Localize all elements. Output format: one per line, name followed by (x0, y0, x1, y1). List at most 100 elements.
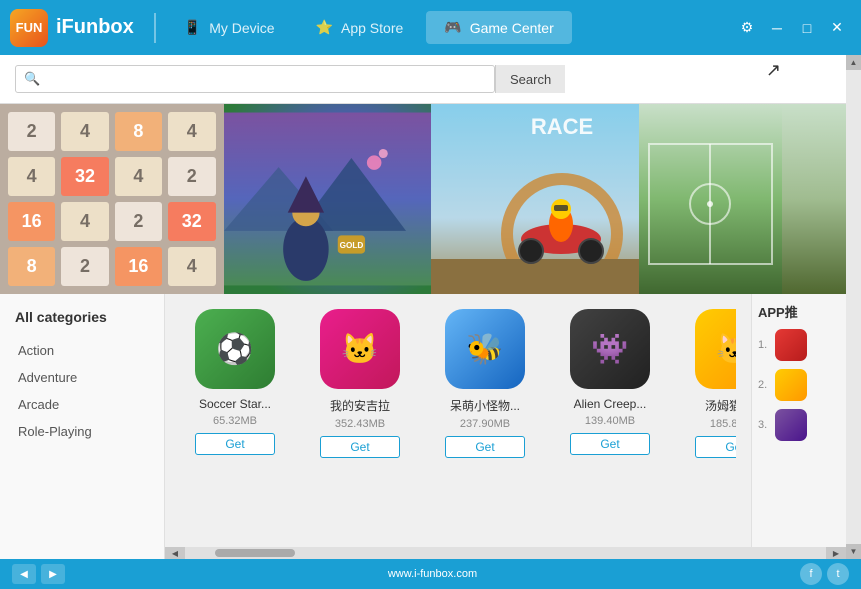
tile-16: 16 (8, 202, 55, 241)
app-card-soccer-star: ⚽ Soccer Star... 65.32MB Get (180, 309, 290, 458)
vertical-scrollbar[interactable]: ▲ ▼ (846, 55, 861, 559)
rec-icon-3 (775, 409, 807, 441)
get-button-alien[interactable]: Get (570, 433, 650, 455)
app-name-bee: 呆萌小怪物... (430, 397, 540, 414)
tile-2: 2 (8, 112, 55, 151)
phone-icon: 📱 (184, 19, 201, 36)
facebook-button[interactable]: f (800, 563, 822, 585)
tile-2: 2 (115, 202, 162, 241)
tile-16: 16 (115, 247, 162, 286)
search-icon: 🔍 (16, 71, 48, 87)
fantasy-inner: GOLD (224, 104, 432, 294)
app-name-angela: 我的安吉拉 (305, 397, 415, 414)
banner-moto[interactable]: RACE (431, 104, 639, 294)
sidebar-item-role-playing[interactable]: Role-Playing (10, 418, 154, 445)
settings-button[interactable]: ⚙ (733, 14, 761, 42)
app-card-alien: 👾 Alien Creep... 139.40MB Get (555, 309, 665, 458)
get-button-angela[interactable]: Get (320, 436, 400, 458)
search-button[interactable]: Search (495, 65, 565, 93)
website-url: www.i-funbox.com (388, 568, 477, 580)
search-input-wrap[interactable]: 🔍 (15, 65, 495, 93)
banner-2048[interactable]: 24844324216423282164 (0, 104, 224, 294)
scroll-left-arrow[interactable]: ◀ (165, 547, 185, 559)
get-button-bee[interactable]: Get (445, 436, 525, 458)
app-size-angela: 352.43MB (335, 418, 385, 430)
app-grid-area: ⚽ Soccer Star... 65.32MB Get 🐱 我的安吉拉 352.43MB G… (165, 294, 751, 559)
scroll-right-arrow[interactable]: ▶ (826, 547, 846, 559)
app-size-soccer-star: 65.32MB (213, 415, 257, 427)
tile-2: 2 (61, 247, 108, 286)
title-bar: FUN iFunbox 📱 My Device ⭐ App Store 🎮 Ga… (0, 0, 861, 55)
rec-item-2[interactable]: 2. (758, 369, 840, 401)
tile-2: 2 (168, 157, 215, 196)
tile-4: 4 (61, 112, 108, 151)
tile-8: 8 (8, 247, 55, 286)
search-input[interactable] (48, 72, 494, 87)
banner-4th[interactable] (639, 104, 847, 294)
scroll-down-arrow[interactable]: ▼ (846, 544, 861, 559)
tab-my-device-label: My Device (209, 20, 274, 36)
scroll-up-arrow[interactable]: ▲ (846, 55, 861, 70)
tab-app-store[interactable]: ⭐ App Store (298, 11, 422, 44)
get-button-tom[interactable]: Get (695, 436, 736, 458)
nav-prev-button[interactable]: ◀ (12, 564, 36, 584)
rec-icon-1 (775, 329, 807, 361)
svg-text:GOLD: GOLD (339, 241, 363, 250)
star-icon: ⭐ (316, 19, 333, 36)
tile-32: 32 (61, 157, 108, 196)
tile-4: 4 (61, 202, 108, 241)
rec-item-3[interactable]: 3. (758, 409, 840, 441)
maximize-button[interactable]: □ (793, 14, 821, 42)
tile-4: 4 (115, 157, 162, 196)
bottom-bar: ◀ ▶ www.i-funbox.com f t (0, 559, 861, 589)
app-name-tom: 汤姆猫跑酷 (680, 397, 736, 414)
tile-4: 4 (168, 247, 215, 286)
sidebar-item-arcade[interactable]: Arcade (10, 391, 154, 418)
rec-item-1[interactable]: 1. (758, 329, 840, 361)
tab-app-store-label: App Store (341, 20, 403, 36)
twitter-button[interactable]: t (827, 563, 849, 585)
app-size-tom: 185.82MB (710, 418, 736, 430)
minimize-button[interactable]: ─ (763, 14, 791, 42)
app-card-angela: 🐱 我的安吉拉 352.43MB Get (305, 309, 415, 458)
bottom-navigation: ◀ ▶ (12, 564, 65, 584)
app-icon-alien: 👾 (570, 309, 650, 389)
rec-num-1: 1. (758, 339, 770, 351)
horizontal-scrollbar[interactable]: ◀ ▶ (165, 547, 846, 559)
app-icon-angela: 🐱 (320, 309, 400, 389)
sidebar-item-adventure[interactable]: Adventure (10, 364, 154, 391)
app-name-soccer-star: Soccer Star... (180, 397, 290, 411)
search-bar: 🔍 Search (0, 55, 861, 104)
get-button-soccer-star[interactable]: Get (195, 433, 275, 455)
scroll-thumb[interactable] (215, 549, 295, 557)
app-icon-soccer-star: ⚽ (195, 309, 275, 389)
sidebar-item-action[interactable]: Action (10, 337, 154, 364)
app-grid: ⚽ Soccer Star... 65.32MB Get 🐱 我的安吉拉 352.43MB G… (180, 309, 736, 458)
lower-section: All categories Action Adventure Arcade R… (0, 294, 846, 559)
tab-my-device[interactable]: 📱 My Device (166, 11, 293, 44)
categories-sidebar: All categories Action Adventure Arcade R… (0, 294, 165, 559)
banner-section: 24844324216423282164 (0, 104, 846, 294)
social-links: f t (800, 563, 849, 585)
logo-area: FUN iFunbox (10, 9, 134, 47)
tile-8: 8 (115, 112, 162, 151)
rec-num-3: 3. (758, 419, 770, 431)
rec-title: APP推 (758, 302, 840, 321)
nav-next-button[interactable]: ▶ (41, 564, 65, 584)
tile-4: 4 (168, 112, 215, 151)
tab-game-center[interactable]: 🎮 Game Center (426, 11, 571, 44)
nav-divider (154, 13, 156, 43)
app-name-alien: Alien Creep... (555, 397, 665, 411)
window-controls: ⚙ ─ □ ✕ (733, 14, 851, 42)
categories-header: All categories (10, 309, 154, 325)
gamepad-icon: 🎮 (444, 19, 461, 36)
rec-num-2: 2. (758, 379, 770, 391)
app-card-bee: 🐝呆萌小怪物...237.90MBGet (430, 309, 540, 458)
app-size-bee: 237.90MB (460, 418, 510, 430)
banner-fantasy[interactable]: GOLD (224, 104, 432, 294)
app-logo: FUN (10, 9, 48, 47)
close-button[interactable]: ✕ (823, 14, 851, 42)
app-size-alien: 139.40MB (585, 415, 635, 427)
tab-game-center-label: Game Center (470, 20, 554, 36)
moto-svg: RACE (431, 104, 639, 294)
